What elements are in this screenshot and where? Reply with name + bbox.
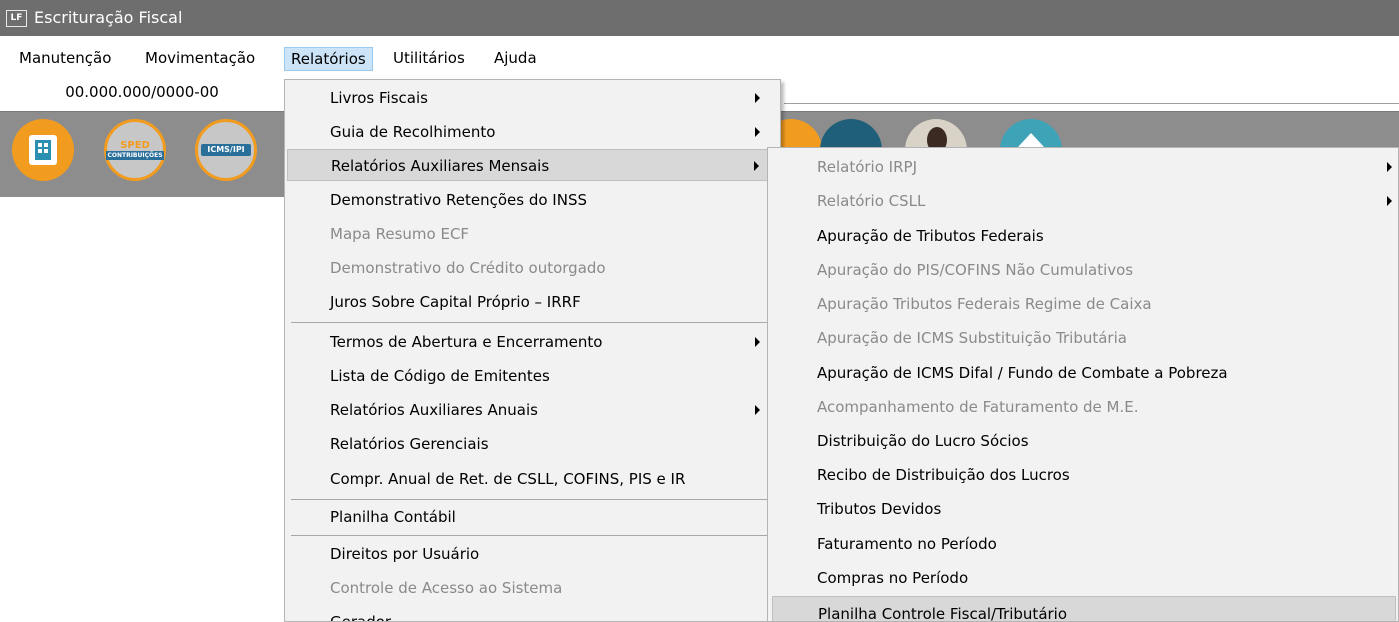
- submenu-arrow-icon: [755, 127, 760, 137]
- menu-item-compr-anual-retencoes[interactable]: Compr. Anual de Ret. de CSLL, COFINS, PI…: [287, 463, 778, 495]
- menu-item-label: Termos de Abertura e Encerramento: [330, 333, 603, 351]
- menu-item-relatorios-gerenciais[interactable]: Relatórios Gerenciais: [287, 428, 778, 460]
- submenu-item-label: Apuração de ICMS Substituição Tributária: [817, 329, 1127, 347]
- menu-item-relatorios-auxiliares-anuais[interactable]: Relatórios Auxiliares Anuais: [287, 394, 778, 426]
- submenu-item-label: Tributos Devidos: [817, 500, 942, 518]
- menu-separator: [291, 535, 776, 536]
- building-icon[interactable]: [12, 119, 74, 181]
- submenu-item-label: Apuração de Tributos Federais: [817, 227, 1044, 245]
- submenu-item-apuracao-regime-caixa: Apuração Tributos Federais Regime de Cai…: [772, 287, 1396, 321]
- menu-item-label: Juros Sobre Capital Próprio – IRRF: [330, 293, 581, 311]
- submenu-arrow-icon: [755, 337, 760, 347]
- submenu-arrow-icon: [755, 405, 760, 415]
- menu-ajuda[interactable]: Ajuda: [488, 47, 543, 71]
- header-strip: [784, 80, 1399, 104]
- menu-item-label: Mapa Resumo ECF: [330, 225, 470, 243]
- menu-item-label: Relatórios Auxiliares Anuais: [330, 401, 538, 419]
- submenu-item-label: Apuração Tributos Federais Regime de Cai…: [817, 295, 1152, 313]
- submenu-item-apuracao-pis-cofins: Apuração do PIS/COFINS Não Cumulativos: [772, 253, 1396, 287]
- submenu-arrow-icon: [1387, 196, 1392, 206]
- submenu-item-relatorio-irpj: Relatório IRPJ: [772, 150, 1396, 184]
- menu-item-label: Direitos por Usuário: [330, 545, 480, 563]
- menu-item-label: Planilha Contábil: [330, 508, 456, 526]
- menu-item-lista-codigo-emitentes[interactable]: Lista de Código de Emitentes: [287, 360, 778, 392]
- menu-item-label: Relatórios Auxiliares Mensais: [331, 157, 550, 175]
- window-title: Escrituração Fiscal: [34, 8, 183, 27]
- menu-item-label: Gerador: [330, 613, 392, 622]
- menu-movimentacao[interactable]: Movimentação: [139, 47, 261, 71]
- submenu-item-acompanhamento-faturamento-me: Acompanhamento de Faturamento de M.E.: [772, 390, 1396, 424]
- submenu-item-faturamento-periodo[interactable]: Faturamento no Período: [772, 527, 1396, 561]
- menu-item-gerador[interactable]: Gerador: [287, 606, 778, 622]
- menu-item-planilha-contabil[interactable]: Planilha Contábil: [287, 501, 778, 533]
- submenu-item-apuracao-tributos-federais[interactable]: Apuração de Tributos Federais: [772, 219, 1396, 253]
- submenu-item-label: Planilha Controle Fiscal/Tributário: [818, 605, 1068, 622]
- relatorios-dropdown: Livros Fiscais Guia de Recolhimento Rela…: [284, 79, 781, 622]
- menu-item-label: Lista de Código de Emitentes: [330, 367, 550, 385]
- submenu-item-label: Compras no Período: [817, 569, 969, 587]
- menu-item-guia-de-recolhimento[interactable]: Guia de Recolhimento: [287, 116, 778, 148]
- menu-item-juros-capital-proprio[interactable]: Juros Sobre Capital Próprio – IRRF: [287, 286, 778, 318]
- submenu-arrow-icon: [755, 93, 760, 103]
- submenu-arrow-icon: [754, 161, 759, 171]
- submenu-item-compras-periodo[interactable]: Compras no Período: [772, 561, 1396, 595]
- submenu-arrow-icon: [1387, 162, 1392, 172]
- menu-item-label: Demonstrativo do Crédito outorgado: [330, 259, 606, 277]
- submenu-item-label: Acompanhamento de Faturamento de M.E.: [817, 398, 1139, 416]
- submenu-item-apuracao-icms-difal[interactable]: Apuração de ICMS Difal / Fundo de Combat…: [772, 356, 1396, 390]
- sped-contribuicoes-icon[interactable]: SPED CONTRIBUIÇÕES: [104, 119, 166, 181]
- menu-item-controle-acesso-sistema: Controle de Acesso ao Sistema: [287, 572, 778, 604]
- submenu-item-label: Recibo de Distribuição dos Lucros: [817, 466, 1070, 484]
- menu-item-label: Livros Fiscais: [330, 89, 428, 107]
- contribuicoes-label: CONTRIBUIÇÕES: [106, 151, 164, 160]
- menu-item-livros-fiscais[interactable]: Livros Fiscais: [287, 82, 778, 114]
- submenu-item-distribuicao-lucro-socios[interactable]: Distribuição do Lucro Sócios: [772, 424, 1396, 458]
- menu-item-label: Relatórios Gerenciais: [330, 435, 489, 453]
- menu-relatorios[interactable]: Relatórios: [284, 47, 373, 71]
- menu-item-label: Demonstrativo Retenções do INSS: [330, 191, 587, 209]
- sped-label: SPED: [120, 140, 150, 151]
- menu-manutencao[interactable]: Manutenção: [13, 47, 117, 71]
- menu-item-termos-abertura-encerramento[interactable]: Termos de Abertura e Encerramento: [287, 326, 778, 358]
- app-icon: LF: [6, 10, 27, 27]
- title-bar: LF Escrituração Fiscal: [0, 0, 1399, 36]
- submenu-item-tributos-devidos[interactable]: Tributos Devidos: [772, 492, 1396, 526]
- icms-ipi-label: ICMS/IPI: [201, 144, 251, 156]
- submenu-item-apuracao-icms-st: Apuração de ICMS Substituição Tributária: [772, 321, 1396, 355]
- icms-ipi-icon[interactable]: ICMS/IPI: [195, 119, 257, 181]
- submenu-item-label: Relatório IRPJ: [817, 158, 917, 176]
- submenu-item-label: Faturamento no Período: [817, 535, 997, 553]
- menu-item-demonstrativo-credito-outorgado: Demonstrativo do Crédito outorgado: [287, 252, 778, 284]
- menu-item-direitos-por-usuario[interactable]: Direitos por Usuário: [287, 538, 778, 570]
- menu-item-label: Guia de Recolhimento: [330, 123, 496, 141]
- submenu-item-relatorio-csll: Relatório CSLL: [772, 184, 1396, 218]
- menu-item-label: Controle de Acesso ao Sistema: [330, 579, 563, 597]
- menu-item-demonstrativo-retencoes-inss[interactable]: Demonstrativo Retenções do INSS: [287, 184, 778, 216]
- menu-utilitarios[interactable]: Utilitários: [387, 47, 471, 71]
- submenu-item-label: Apuração do PIS/COFINS Não Cumulativos: [817, 261, 1134, 279]
- menu-separator: [291, 499, 776, 500]
- menu-bar: Manutenção Movimentação Relatórios Utili…: [0, 44, 1399, 72]
- relatorios-auxiliares-mensais-submenu: Relatório IRPJ Relatório CSLL Apuração d…: [767, 147, 1399, 622]
- submenu-item-label: Apuração de ICMS Difal / Fundo de Combat…: [817, 364, 1228, 382]
- submenu-item-recibo-distribuicao-lucros[interactable]: Recibo de Distribuição dos Lucros: [772, 458, 1396, 492]
- menu-separator: [291, 322, 776, 323]
- submenu-item-label: Relatório CSLL: [817, 192, 926, 210]
- menu-item-relatorios-auxiliares-mensais[interactable]: Relatórios Auxiliares Mensais: [287, 149, 778, 181]
- menu-item-mapa-resumo-ecf: Mapa Resumo ECF: [287, 218, 778, 250]
- submenu-item-label: Distribuição do Lucro Sócios: [817, 432, 1029, 450]
- submenu-item-planilha-controle-fiscal[interactable]: Planilha Controle Fiscal/Tributário: [772, 596, 1396, 622]
- menu-item-label: Compr. Anual de Ret. de CSLL, COFINS, PI…: [330, 470, 686, 488]
- company-cnpj-field[interactable]: 00.000.000/0000-00: [0, 80, 284, 106]
